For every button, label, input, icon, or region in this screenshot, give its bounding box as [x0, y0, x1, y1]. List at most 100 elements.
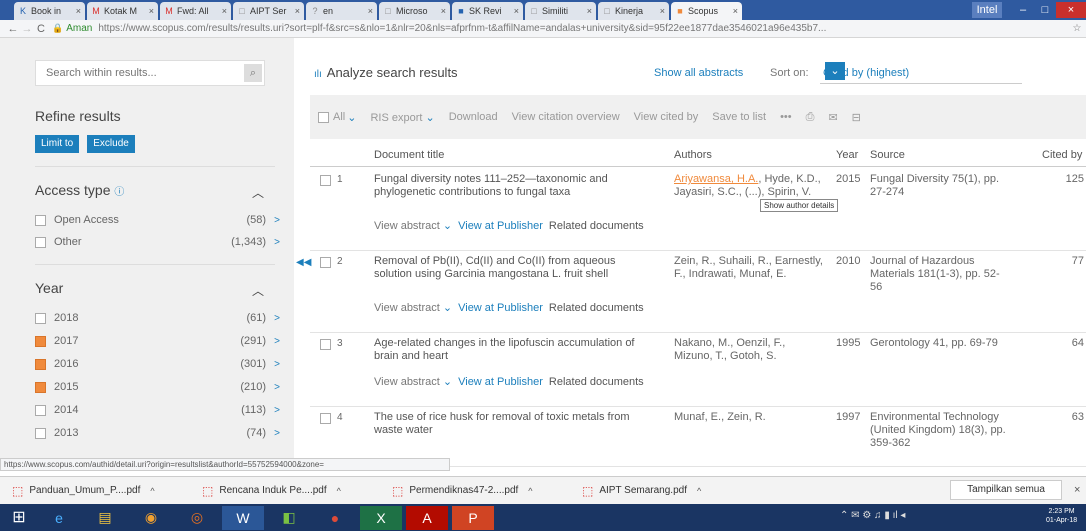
email-icon[interactable]: ✉ [828, 111, 837, 124]
browser-tab[interactable]: ? en × [306, 2, 377, 20]
back-button[interactable]: ← [6, 23, 20, 35]
view-abstract-link[interactable]: View abstract ⌄ [374, 220, 452, 232]
source[interactable]: Gerontology 41, pp. 69-79 [870, 337, 1010, 350]
browser-tab[interactable]: □ Kinerja × [598, 2, 669, 20]
checkbox[interactable] [35, 427, 46, 439]
app-icon[interactable]: ◧ [268, 505, 310, 530]
close-tab-icon[interactable]: × [76, 6, 81, 16]
sort-dropdown-icon[interactable]: ⌄ [825, 62, 845, 80]
user-badge[interactable]: Intel [972, 2, 1002, 18]
chevron-up-icon[interactable]: ︿ [252, 282, 264, 299]
author-link[interactable]: Ariyawansa, H.A. [674, 173, 758, 185]
firefox-icon[interactable]: ◎ [176, 505, 218, 530]
search-within-input[interactable] [36, 61, 231, 85]
view-at-publisher-link[interactable]: View at Publisher [458, 302, 543, 314]
analyze-results-link[interactable]: ılı Analyze search results [314, 65, 458, 80]
access-type-option[interactable]: Open Access (58) > [35, 212, 280, 228]
search-icon[interactable]: ⌕ [244, 64, 262, 82]
print-icon[interactable]: ⎙ [806, 111, 815, 124]
minimize-button[interactable]: – [1012, 2, 1034, 18]
close-tab-icon[interactable]: × [733, 6, 738, 16]
reload-button[interactable]: C [34, 23, 48, 35]
save-to-list-button[interactable]: Save to list [712, 111, 766, 123]
close-tab-icon[interactable]: × [660, 6, 665, 16]
bibliography-icon[interactable]: ⊟ [852, 111, 861, 124]
close-tab-icon[interactable]: × [368, 6, 373, 16]
chevron-right-icon[interactable]: > [266, 382, 280, 393]
source[interactable]: Journal of Hazardous Materials 181(1-3),… [870, 255, 1010, 294]
document-title-link[interactable]: Removal of Pb(II), Cd(II) and Co(II) fro… [374, 255, 654, 281]
chevron-right-icon[interactable]: > [266, 237, 280, 248]
cited-by-count[interactable]: 77 [1054, 255, 1084, 267]
view-abstract-link[interactable]: View abstract ⌄ [374, 376, 452, 388]
acrobat-icon[interactable]: A [406, 505, 448, 530]
view-citation-overview-button[interactable]: View citation overview [512, 111, 620, 123]
chevron-up-icon[interactable]: ^ [150, 486, 154, 496]
windows-start-icon[interactable]: ⊞ [0, 504, 38, 531]
download-button[interactable]: Download [449, 111, 498, 123]
row-checkbox[interactable] [320, 175, 331, 186]
cited-by-count[interactable]: 63 [1054, 411, 1084, 423]
col-year[interactable]: Year [836, 149, 858, 161]
checkbox[interactable] [35, 214, 46, 226]
col-cited-by[interactable]: Cited by [1042, 149, 1082, 161]
clock[interactable]: 2:23 PM 01-Apr-18 [1046, 507, 1077, 525]
close-tab-icon[interactable]: × [149, 6, 154, 16]
download-item[interactable]: ⬚ Rencana Induk Pe....pdf ^ [190, 484, 380, 498]
chevron-right-icon[interactable]: > [266, 359, 280, 370]
limit-to-button[interactable]: Limit to [35, 135, 80, 153]
browser-tab[interactable]: M Fwd: All × [160, 2, 231, 20]
chevron-right-icon[interactable]: > [266, 215, 280, 226]
col-document-title[interactable]: Document title [374, 149, 444, 161]
checkbox[interactable] [35, 404, 46, 416]
access-type-heading[interactable]: Access type ⓘ [35, 182, 124, 198]
chrome-icon[interactable]: ● [314, 505, 356, 530]
close-tab-icon[interactable]: × [587, 6, 592, 16]
row-checkbox[interactable] [320, 339, 331, 350]
chevron-up-icon[interactable]: ︿ [252, 184, 264, 201]
year-option[interactable]: 2017 (291) > [35, 333, 280, 349]
close-tab-icon[interactable]: × [295, 6, 300, 16]
year-option[interactable]: 2013 (74) > [35, 425, 280, 441]
download-item[interactable]: ⬚ AIPT Semarang.pdf ^ [570, 484, 760, 498]
ris-export-button[interactable]: RIS export ⌄ [370, 111, 434, 124]
forward-button[interactable]: → [20, 23, 34, 35]
browser-tab[interactable]: ■ SK Revi × [452, 2, 523, 20]
chevron-right-icon[interactable]: > [266, 336, 280, 347]
chevron-right-icon[interactable]: > [266, 313, 280, 324]
close-tab-icon[interactable]: × [514, 6, 519, 16]
powerpoint-icon[interactable]: P [452, 505, 494, 530]
related-documents-link[interactable]: Related documents [549, 220, 644, 232]
chevron-right-icon[interactable]: > [266, 405, 280, 416]
year-option[interactable]: 2018 (61) > [35, 310, 280, 326]
checkbox[interactable] [318, 111, 329, 123]
ie-icon[interactable]: e [38, 505, 80, 530]
col-authors[interactable]: Authors [674, 149, 712, 161]
explorer-icon[interactable]: ▤ [84, 505, 126, 530]
browser-tab[interactable]: ■ Scopus × [671, 2, 742, 20]
maximize-button[interactable]: □ [1034, 2, 1056, 18]
col-source[interactable]: Source [870, 149, 905, 161]
document-title-link[interactable]: The use of rice husk for removal of toxi… [374, 411, 654, 437]
url-input[interactable]: 🔒 Aman https://www.scopus.com/results/re… [52, 21, 1064, 36]
browser-tab[interactable]: □ AIPT Ser × [233, 2, 304, 20]
chevron-up-icon[interactable]: ^ [528, 486, 532, 496]
document-title-link[interactable]: Age-related changes in the lipofuscin ac… [374, 337, 654, 363]
source[interactable]: Fungal Diversity 75(1), pp. 27-274 [870, 173, 1010, 199]
checkbox[interactable] [35, 312, 46, 324]
close-tab-icon[interactable]: × [222, 6, 227, 16]
checkbox[interactable] [35, 358, 46, 370]
chevron-right-icon[interactable]: > [266, 428, 280, 439]
close-tab-icon[interactable]: × [441, 6, 446, 16]
download-item[interactable]: ⬚ Permendiknas47-2....pdf ^ [380, 484, 570, 498]
view-at-publisher-link[interactable]: View at Publisher [458, 376, 543, 388]
cited-by-count[interactable]: 125 [1054, 173, 1084, 185]
checkbox[interactable] [35, 381, 46, 393]
excel-icon[interactable]: X [360, 505, 402, 530]
cited-by-count[interactable]: 64 [1054, 337, 1084, 349]
close-window-button[interactable]: × [1056, 2, 1086, 18]
collapse-sidebar-icon[interactable]: ◀◀ [296, 257, 311, 268]
view-abstract-link[interactable]: View abstract ⌄ [374, 302, 452, 314]
year-option[interactable]: 2015 (210) > [35, 379, 280, 395]
chevron-up-icon[interactable]: ^ [337, 486, 341, 496]
